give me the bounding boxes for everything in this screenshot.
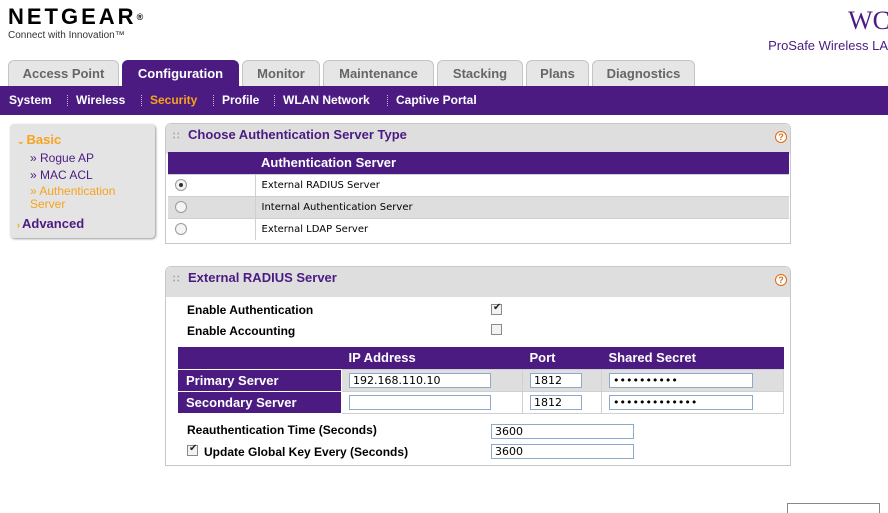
sidebar: ⌄ Basic » Rogue AP » MAC ACL » Authentica… — [10, 124, 155, 238]
product-model: WC — [848, 6, 888, 35]
help-icon[interactable]: ? — [775, 274, 787, 286]
sidebar-advanced[interactable]: › Advanced — [17, 216, 84, 231]
subnav-separator — [67, 95, 68, 106]
subnav-wireless[interactable]: Wireless — [76, 93, 125, 107]
radius-panel-title: External RADIUS Server — [188, 270, 337, 285]
chevron-down-icon: ⌄ — [17, 136, 25, 146]
radio-external-radius[interactable] — [175, 179, 187, 191]
tab-access-point[interactable]: Access Point — [8, 60, 119, 86]
subnav-separator — [213, 95, 214, 106]
radio-internal-auth[interactable] — [175, 201, 187, 213]
radius-panel-header: ∷ External RADIUS Server ? — [166, 267, 790, 297]
sidebar-item-mac-acl[interactable]: » MAC ACL — [30, 168, 93, 182]
enable-accounting-checkbox[interactable] — [491, 324, 502, 335]
auth-type-panel-header: ∷ Choose Authentication Server Type ? — [166, 124, 790, 154]
chevron-right-icon: › — [17, 220, 20, 230]
auth-type-panel-title: Choose Authentication Server Type — [188, 127, 407, 142]
table-header-blank — [168, 152, 255, 174]
auth-server-table: Authentication Server External RADIUS Se… — [168, 152, 789, 240]
primary-secret-input[interactable]: •••••••••• — [609, 372, 753, 388]
grip-icon: ∷ — [173, 274, 179, 285]
tab-plans[interactable]: Plans — [526, 60, 589, 86]
update-key-checkbox[interactable] — [187, 443, 198, 456]
table-row: Internal Authentication Server — [168, 195, 789, 218]
update-key-input[interactable]: 3600 — [491, 444, 634, 459]
sidebar-item-authentication-server[interactable]: » Authentication Server — [30, 185, 145, 211]
logo-tagline: Connect with Innovation™ — [8, 30, 125, 41]
subnav-wlan-network[interactable]: WLAN Network — [283, 93, 370, 107]
update-key-label: Update Global Key Every (Seconds) — [204, 445, 409, 459]
primary-server-label: Primary Server — [177, 368, 342, 392]
subnav-separator — [274, 95, 275, 106]
enable-authentication-checkbox[interactable] — [491, 302, 502, 315]
subnav-captive-portal[interactable]: Captive Portal — [396, 93, 477, 107]
table-row: External LDAP Server — [168, 217, 789, 240]
sidebar-item-rogue-ap[interactable]: » Rogue AP — [30, 151, 94, 165]
subnav-security[interactable]: Security — [150, 93, 197, 107]
product-line: ProSafe Wireless LA — [768, 38, 888, 53]
netgear-logo: NETGEAR® Connect with Innovation™ — [8, 4, 144, 42]
logo-wordmark: NETGEAR® — [8, 4, 144, 29]
secondary-server-label: Secondary Server — [177, 390, 342, 414]
subnav-separator — [387, 95, 388, 106]
subnav-separator — [141, 95, 142, 106]
reauth-time-label: Reauthentication Time (Seconds) — [187, 423, 377, 437]
table-row: External RADIUS Server — [168, 173, 789, 196]
tab-diagnostics[interactable]: Diagnostics — [592, 60, 695, 86]
tab-maintenance[interactable]: Maintenance — [323, 60, 434, 86]
option-internal-auth-label: Internal Authentication Server — [255, 195, 789, 218]
table-header-blank — [177, 347, 342, 369]
radius-server-panel: ∷ External RADIUS Server ? Enable Authen… — [165, 266, 791, 466]
tab-stacking[interactable]: Stacking — [437, 60, 523, 86]
radius-servers-table: IP Address Port Shared Secret Primary Se… — [177, 347, 784, 414]
secondary-ip-input[interactable] — [349, 394, 491, 410]
grip-icon: ∷ — [173, 131, 179, 142]
auth-type-panel: ∷ Choose Authentication Server Type ? Au… — [165, 123, 791, 244]
sidebar-basic[interactable]: ⌄ Basic — [17, 132, 61, 147]
tab-configuration[interactable]: Configuration — [122, 60, 239, 87]
enable-accounting-label: Enable Accounting — [187, 324, 296, 338]
ip-address-column-header: IP Address — [341, 347, 523, 369]
table-row: Primary Server 192.168.110.10 1812 •••••… — [177, 368, 784, 392]
subnav-profile[interactable]: Profile — [222, 93, 259, 107]
help-icon[interactable]: ? — [775, 131, 787, 143]
shared-secret-column-header: Shared Secret — [601, 347, 784, 369]
radio-external-ldap[interactable] — [175, 223, 187, 236]
port-column-header: Port — [522, 347, 602, 369]
sub-navigation: System Wireless Security Profile WLAN Ne… — [0, 86, 888, 115]
primary-ip-input[interactable]: 192.168.110.10 — [349, 372, 491, 388]
option-external-ldap-label: External LDAP Server — [255, 217, 789, 240]
subnav-system[interactable]: System — [9, 93, 52, 107]
reauth-time-input[interactable]: 3600 — [491, 424, 634, 439]
secondary-secret-input[interactable]: ••••••••••••• — [609, 394, 753, 410]
auth-server-column-header: Authentication Server — [255, 152, 789, 174]
enable-authentication-label: Enable Authentication — [187, 303, 314, 317]
option-external-radius-label: External RADIUS Server — [255, 173, 789, 196]
product-title: WC ProSafe Wireless LA — [768, 6, 888, 54]
tab-monitor[interactable]: Monitor — [242, 60, 320, 86]
footer-box — [787, 503, 880, 513]
secondary-port-input[interactable]: 1812 — [530, 394, 582, 410]
primary-port-input[interactable]: 1812 — [530, 372, 582, 388]
table-row: Secondary Server 1812 ••••••••••••• — [177, 390, 784, 414]
